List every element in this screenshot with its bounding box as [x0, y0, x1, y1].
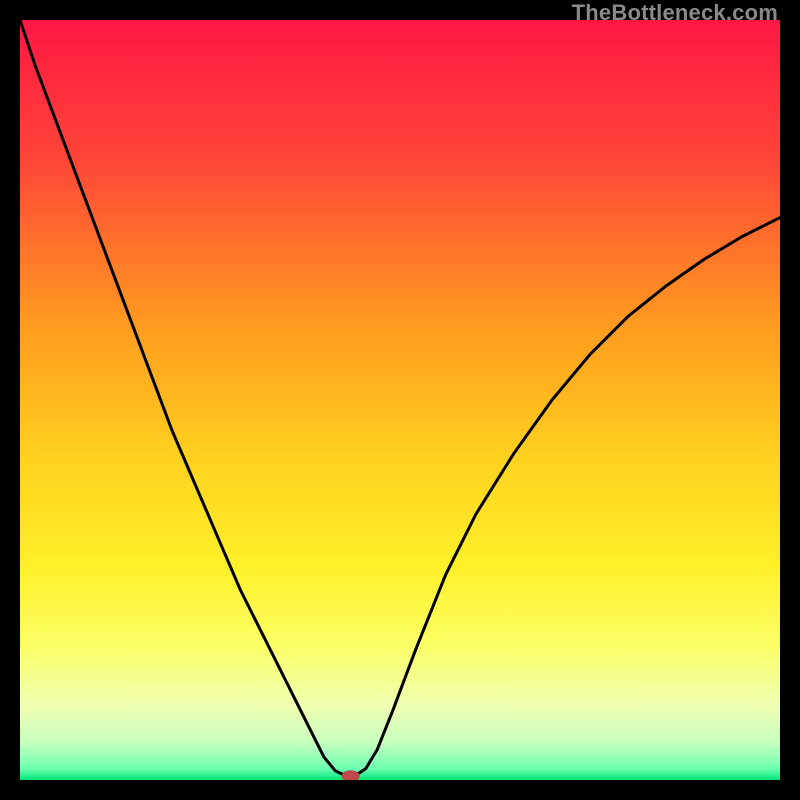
watermark-text: TheBottleneck.com	[572, 0, 778, 26]
chart-frame	[20, 20, 780, 780]
chart-background	[20, 20, 780, 780]
chart-svg	[20, 20, 780, 780]
